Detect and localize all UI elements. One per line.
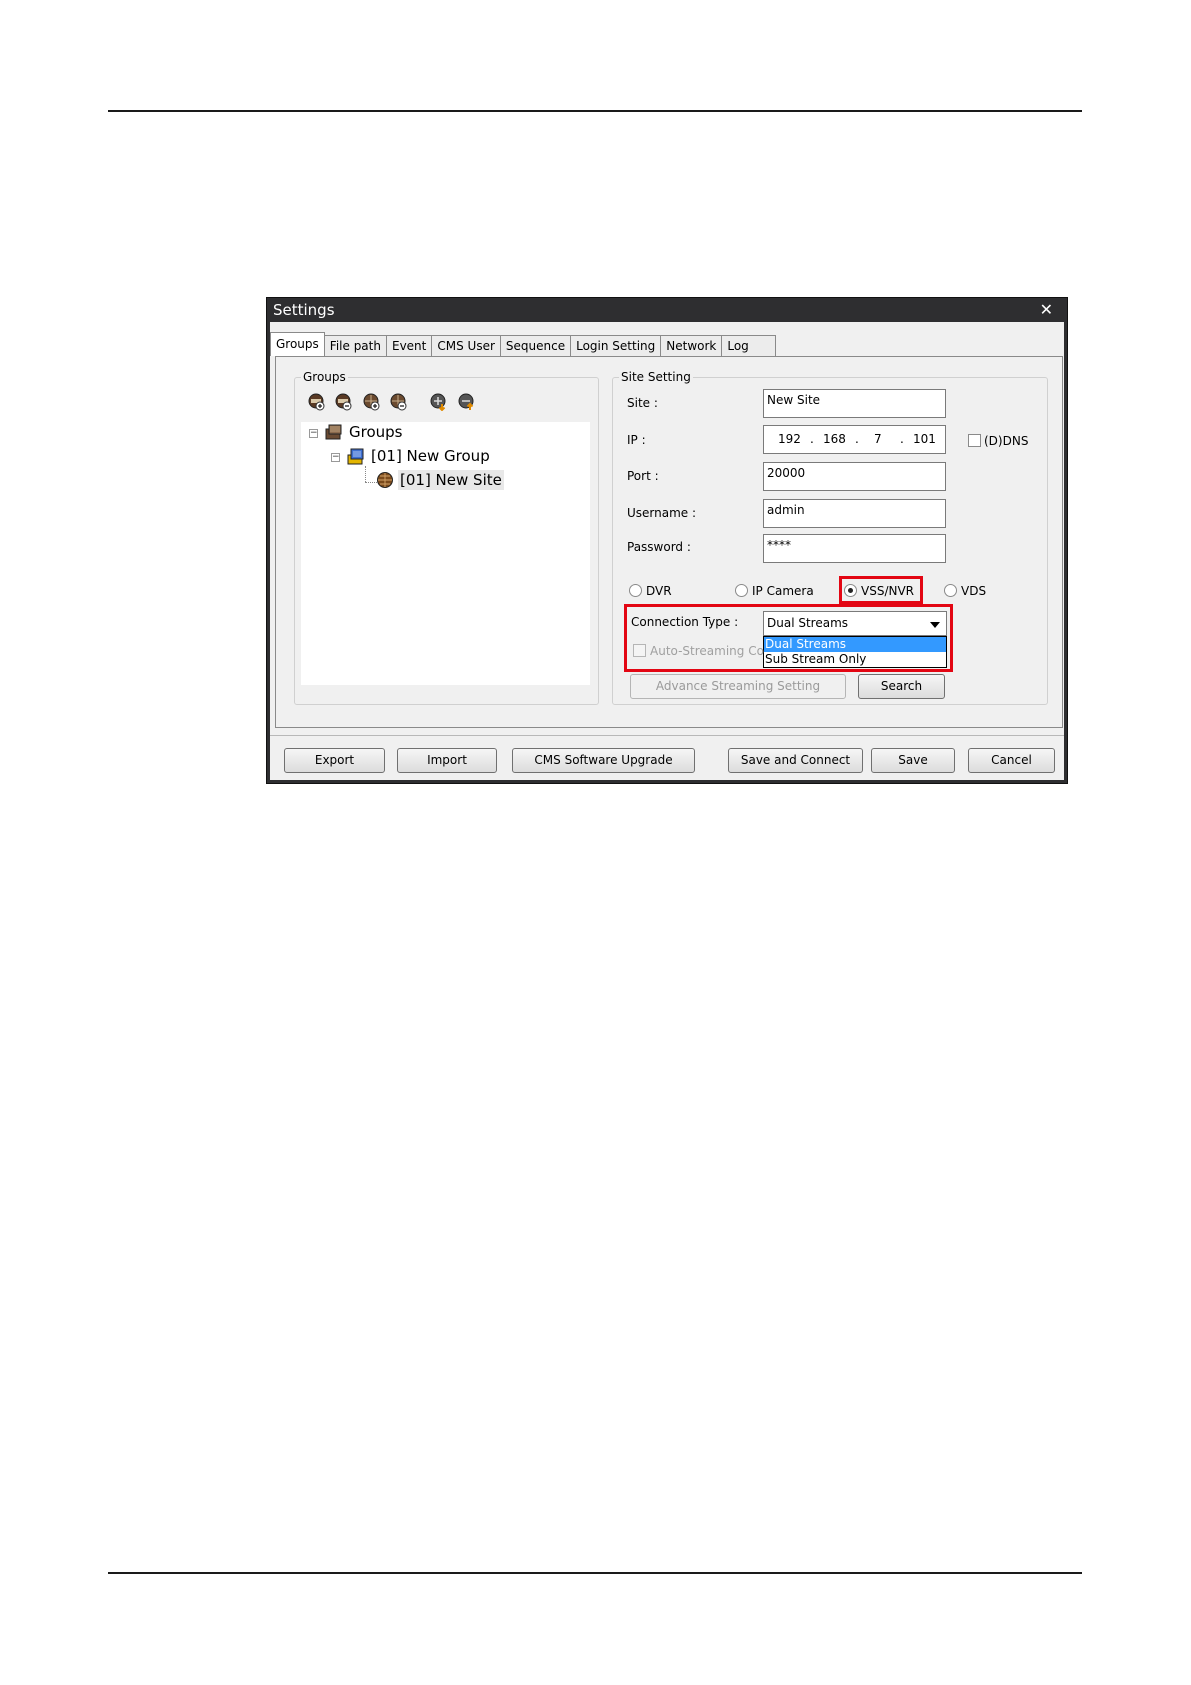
footer-rule bbox=[108, 1572, 1082, 1574]
search-button[interactable]: Search bbox=[858, 674, 945, 699]
settings-window: Settings ✕ Groups File path Event CMS Us… bbox=[266, 297, 1068, 784]
tree-label-root: Groups bbox=[349, 423, 403, 441]
cms-upgrade-button[interactable]: CMS Software Upgrade bbox=[512, 748, 695, 773]
ip-dot: . bbox=[810, 432, 814, 446]
site-icon bbox=[377, 472, 393, 488]
tree-label-group: [01] New Group bbox=[371, 447, 490, 465]
tab-sequence[interactable]: Sequence bbox=[499, 335, 572, 356]
collapse-icon[interactable]: − bbox=[331, 453, 340, 462]
site-setting-groupbox: Site Setting Site : New Site IP : 192 . … bbox=[612, 370, 1048, 705]
groups-groupbox-title: Groups bbox=[301, 370, 348, 384]
import-button[interactable]: Import bbox=[397, 748, 497, 773]
import-site-icon[interactable] bbox=[430, 393, 448, 411]
username-field[interactable]: admin bbox=[763, 499, 946, 528]
tab-log[interactable]: Log bbox=[721, 335, 776, 356]
tab-event[interactable]: Event bbox=[385, 335, 433, 356]
ip-dot: . bbox=[900, 432, 904, 446]
add-group-icon[interactable] bbox=[308, 393, 326, 411]
radio-dvr-label: DVR bbox=[646, 584, 672, 598]
header-rule bbox=[108, 110, 1082, 112]
export-site-icon[interactable] bbox=[458, 393, 476, 411]
groups-root-icon bbox=[325, 424, 342, 440]
site-setting-title: Site Setting bbox=[619, 370, 693, 384]
window-title: Settings bbox=[273, 301, 335, 319]
password-label: Password : bbox=[627, 540, 691, 554]
radio-vds[interactable] bbox=[944, 584, 957, 597]
ddns-label: (D)DNS bbox=[984, 434, 1029, 448]
footer-separator bbox=[270, 735, 1064, 736]
vss-nvr-highlight bbox=[839, 576, 923, 604]
ddns-checkbox[interactable] bbox=[968, 434, 981, 447]
connection-type-highlight bbox=[624, 604, 953, 672]
close-icon[interactable]: ✕ bbox=[1040, 298, 1053, 322]
advance-streaming-button[interactable]: Advance Streaming Setting bbox=[630, 674, 846, 699]
cancel-button[interactable]: Cancel bbox=[968, 748, 1055, 773]
site-name-field[interactable]: New Site bbox=[763, 389, 946, 418]
site-label: Site : bbox=[627, 396, 658, 410]
radio-vds-label: VDS bbox=[961, 584, 987, 598]
radio-ip-camera[interactable] bbox=[735, 584, 748, 597]
groups-groupbox: Groups − Groups − [01] New Group [01] Ne… bbox=[294, 370, 599, 705]
ip-dot: . bbox=[855, 432, 859, 446]
add-site-icon[interactable] bbox=[363, 393, 381, 411]
radio-ip-camera-label: IP Camera bbox=[752, 584, 814, 598]
port-label: Port : bbox=[627, 469, 659, 483]
remove-site-icon[interactable] bbox=[390, 393, 408, 411]
radio-dvr[interactable] bbox=[629, 584, 642, 597]
collapse-icon[interactable]: − bbox=[309, 429, 318, 438]
tab-network[interactable]: Network bbox=[660, 335, 723, 356]
tab-cms-user[interactable]: CMS User bbox=[431, 335, 501, 356]
save-and-connect-button[interactable]: Save and Connect bbox=[728, 748, 863, 773]
ip-label: IP : bbox=[627, 433, 646, 447]
ip-octet-1: 192 bbox=[778, 432, 801, 446]
export-button[interactable]: Export bbox=[284, 748, 385, 773]
ip-octet-2: 168 bbox=[823, 432, 846, 446]
save-button[interactable]: Save bbox=[871, 748, 955, 773]
dialog-client: Groups File path Event CMS User Sequence… bbox=[270, 322, 1064, 780]
tab-groups[interactable]: Groups bbox=[270, 332, 325, 356]
tree-label-site: [01] New Site bbox=[398, 470, 504, 490]
tab-strip: Groups File path Event CMS User Sequence… bbox=[270, 332, 776, 356]
title-bar: Settings ✕ bbox=[267, 298, 1067, 322]
remove-group-icon[interactable] bbox=[335, 393, 353, 411]
ip-octet-4: 101 bbox=[913, 432, 936, 446]
tree-connector bbox=[365, 466, 367, 482]
port-field[interactable]: 20000 bbox=[763, 462, 946, 491]
tab-login-setting[interactable]: Login Setting bbox=[570, 335, 662, 356]
groups-tab-panel: Groups − Groups − [01] New Group [01] Ne… bbox=[275, 356, 1063, 728]
groups-tree: − Groups − [01] New Group [01] New Site bbox=[301, 422, 590, 685]
tab-file-path[interactable]: File path bbox=[323, 335, 387, 356]
groups-toolbar bbox=[308, 393, 488, 413]
ip-address-field[interactable]: 192 . 168 . 7 . 101 bbox=[763, 425, 946, 454]
group-icon bbox=[347, 448, 364, 465]
password-field[interactable]: **** bbox=[763, 534, 946, 563]
ip-octet-3: 7 bbox=[874, 432, 882, 446]
username-label: Username : bbox=[627, 506, 697, 520]
